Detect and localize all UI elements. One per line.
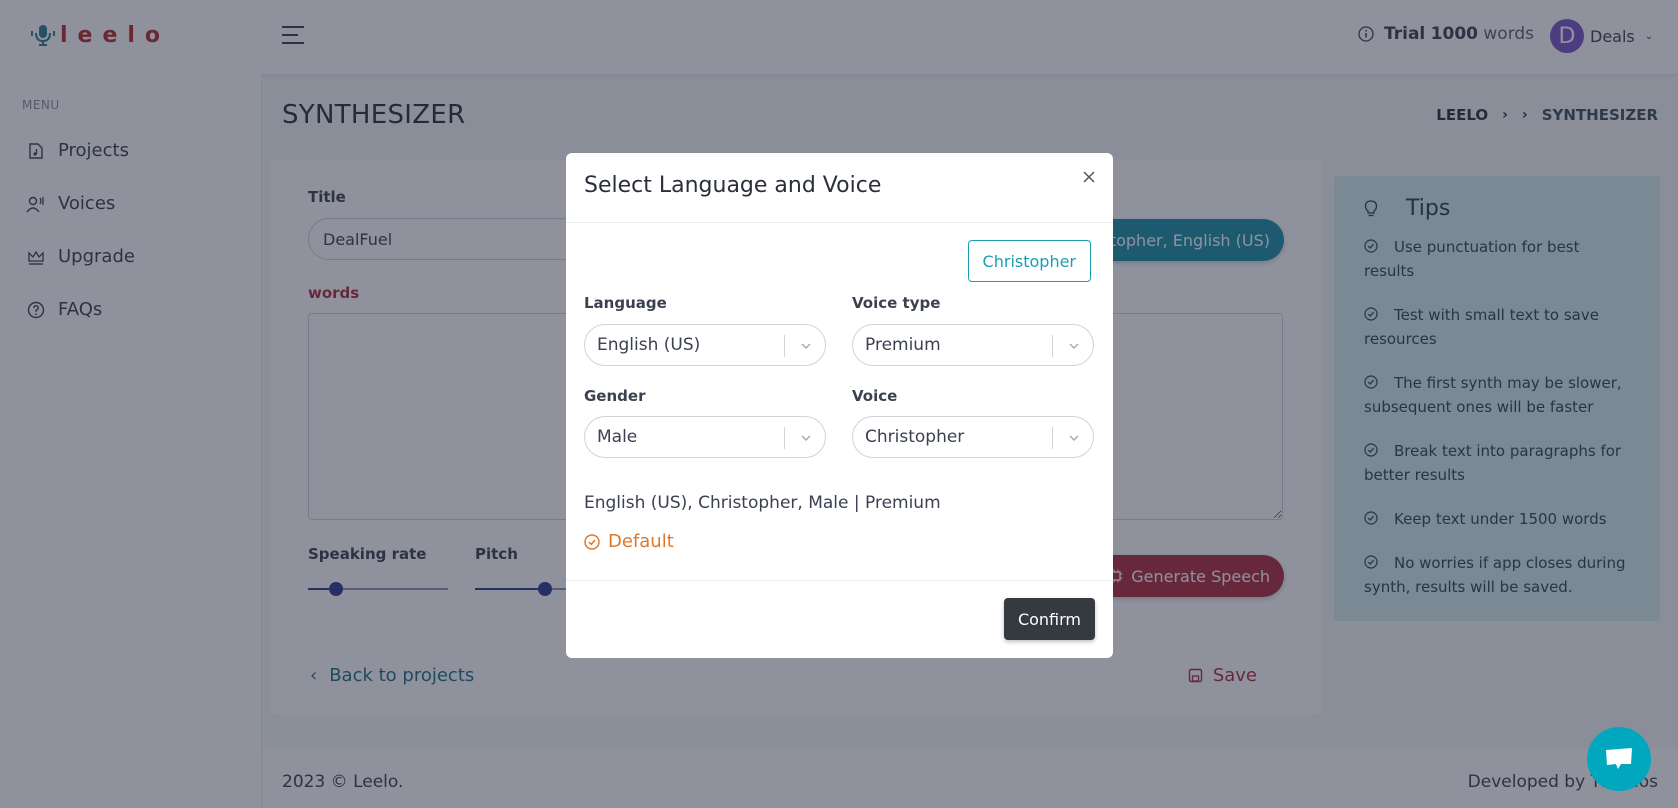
confirm-button[interactable]: Confirm xyxy=(1003,598,1095,640)
voice-select[interactable]: Christopher xyxy=(852,416,1094,458)
chevron-down-icon xyxy=(801,343,811,350)
voice-type-select[interactable]: Premium xyxy=(852,324,1094,366)
select-divider xyxy=(1052,427,1053,449)
language-voice-modal: Select Language and Voice Christopher La… xyxy=(566,153,1113,658)
chevron-down-icon xyxy=(1069,435,1079,442)
gender-select[interactable]: Male xyxy=(584,416,826,458)
select-divider xyxy=(784,427,785,449)
modal-footer: Confirm xyxy=(566,580,1113,658)
default-label: Default xyxy=(608,531,674,552)
gender-label: Gender xyxy=(584,387,646,405)
check-circle-icon xyxy=(584,533,600,550)
voice-value: Christopher xyxy=(865,427,965,447)
modal-header: Select Language and Voice xyxy=(566,153,1113,223)
voice-preview-button[interactable]: Christopher xyxy=(967,240,1091,282)
chat-bubble-icon xyxy=(1606,748,1632,769)
voice-type-value: Premium xyxy=(865,335,941,355)
default-toggle[interactable]: Default xyxy=(584,531,674,552)
chevron-down-icon xyxy=(1069,343,1079,350)
gender-value: Male xyxy=(597,427,638,447)
voice-type-label: Voice type xyxy=(852,294,941,312)
selection-summary: English (US), Christopher, Male | Premiu… xyxy=(584,493,941,513)
close-icon[interactable] xyxy=(1079,167,1099,187)
voice-label: Voice xyxy=(852,387,898,405)
chat-button[interactable] xyxy=(1587,727,1651,791)
select-divider xyxy=(784,335,785,357)
language-label: Language xyxy=(584,294,667,312)
chevron-down-icon xyxy=(801,435,811,442)
language-value: English (US) xyxy=(597,335,701,355)
language-select[interactable]: English (US) xyxy=(584,324,826,366)
select-divider xyxy=(1052,335,1053,357)
modal-title: Select Language and Voice xyxy=(584,173,882,198)
